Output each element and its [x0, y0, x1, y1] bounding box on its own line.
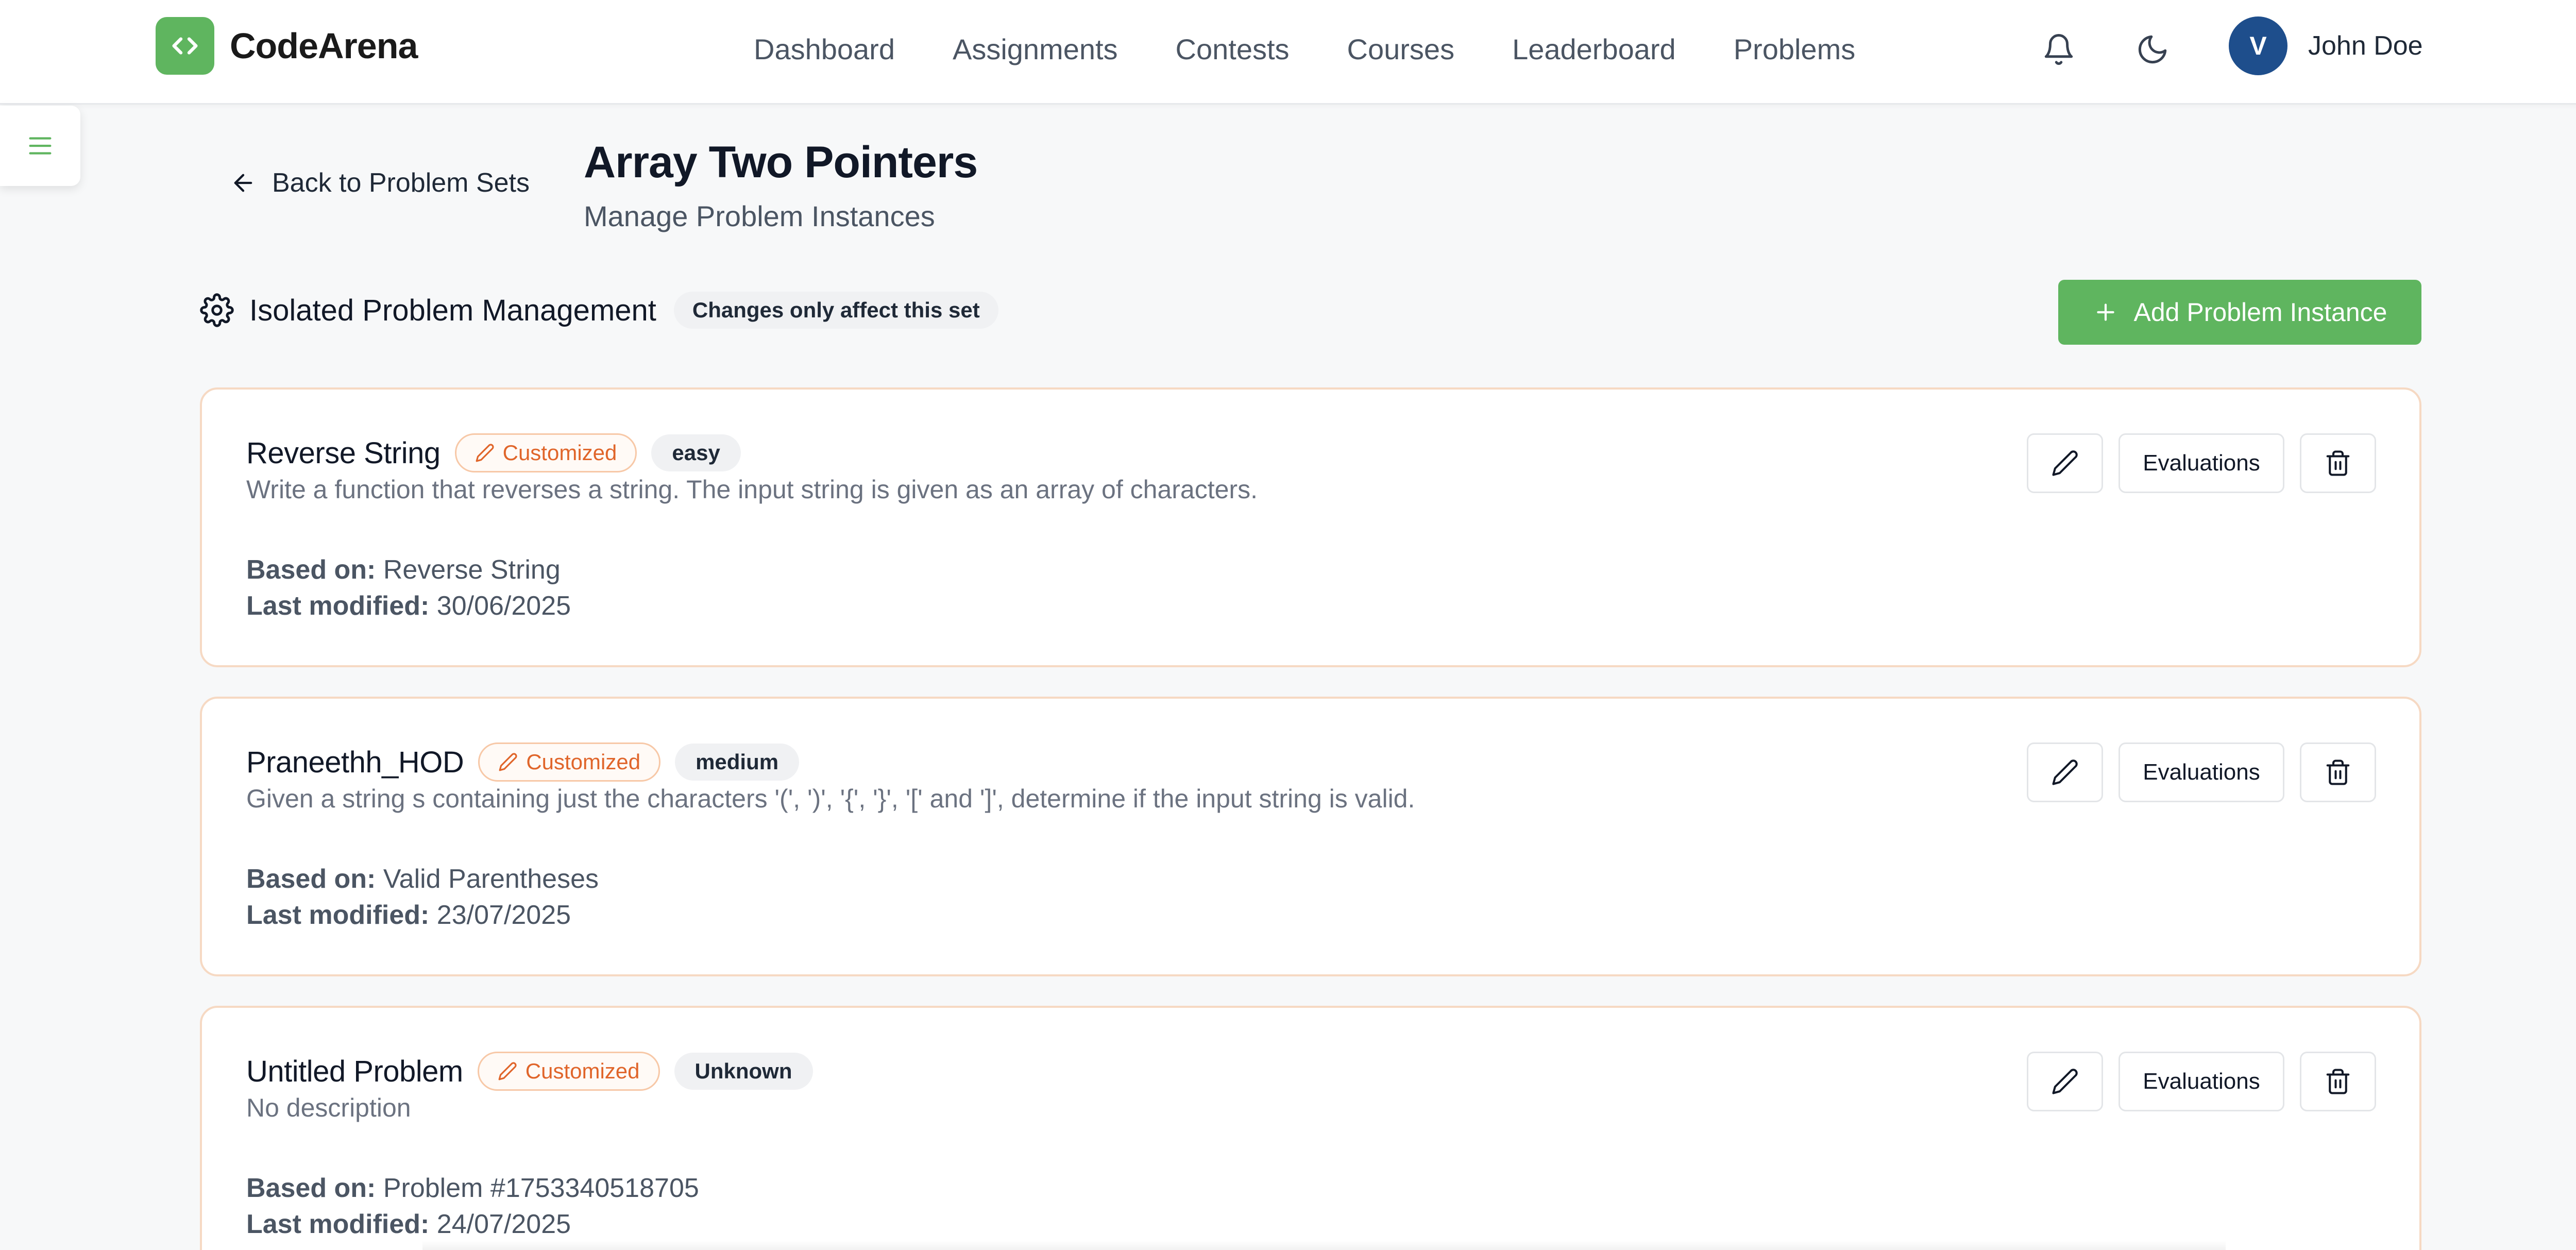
customized-label: Customized — [526, 750, 641, 774]
difficulty-badge: easy — [651, 434, 741, 471]
evaluations-button[interactable]: Evaluations — [2119, 433, 2284, 493]
based-on-label: Based on: — [246, 864, 376, 894]
nav-item-problems[interactable]: Problems — [1734, 32, 1856, 66]
problem-card: Untitled Problem Customized Unknown No d… — [200, 1006, 2421, 1250]
based-on-label: Based on: — [246, 1173, 376, 1203]
last-modified-value: 24/07/2025 — [436, 1209, 571, 1239]
last-modified-label: Last modified: — [246, 900, 430, 930]
based-on: Based on: Problem #1753340518705 — [246, 1173, 699, 1204]
customized-badge: Customized — [454, 433, 637, 472]
pencil-icon — [2052, 759, 2078, 785]
bell-icon — [2044, 34, 2073, 65]
delete-button[interactable] — [2300, 742, 2376, 802]
scroll-shadow — [422, 1241, 2226, 1250]
pencil-icon — [498, 1062, 517, 1080]
customized-badge: Customized — [478, 742, 661, 782]
pencil-icon — [2052, 450, 2078, 476]
last-modified: Last modified: 30/06/2025 — [246, 590, 571, 621]
last-modified-label: Last modified: — [246, 591, 430, 621]
edit-button[interactable] — [2027, 1052, 2103, 1111]
nav-item-assignments[interactable]: Assignments — [953, 32, 1118, 66]
problem-description: Given a string s containing just the cha… — [246, 784, 1415, 813]
page-subtitle: Manage Problem Instances — [584, 200, 935, 232]
problem-card: Praneethh_HOD Customized medium Given a … — [200, 697, 2421, 976]
problem-title: Praneethh_HOD — [246, 745, 464, 779]
based-on-value: Valid Parentheses — [383, 864, 599, 894]
delete-button[interactable] — [2300, 1052, 2376, 1111]
page-title: Array Two Pointers — [584, 138, 978, 187]
nav-item-leaderboard[interactable]: Leaderboard — [1512, 32, 1676, 66]
last-modified: Last modified: 24/07/2025 — [246, 1209, 571, 1240]
based-on: Based on: Reverse String — [246, 554, 561, 585]
menu-icon — [29, 137, 52, 155]
edit-button[interactable] — [2027, 742, 2103, 802]
difficulty-badge: Unknown — [674, 1053, 813, 1090]
pencil-icon — [499, 753, 517, 771]
main-nav: Dashboard Assignments Contests Courses L… — [754, 0, 1855, 98]
brand-name: CodeArena — [230, 26, 418, 66]
problem-description: Write a function that reverses a string.… — [246, 475, 1258, 504]
theme-toggle-button[interactable] — [2133, 30, 2172, 69]
add-problem-instance-label: Add Problem Instance — [2133, 298, 2387, 327]
user-menu[interactable]: V John Doe — [2229, 16, 2423, 75]
pencil-icon — [2052, 1069, 2078, 1094]
nav-item-courses[interactable]: Courses — [1347, 32, 1455, 66]
brand[interactable]: CodeArena — [156, 17, 418, 75]
difficulty-badge: medium — [675, 744, 800, 781]
problem-card: Reverse String Customized easy Write a f… — [200, 387, 2421, 667]
trash-icon — [2326, 450, 2350, 476]
customized-badge: Customized — [477, 1052, 660, 1091]
edit-button[interactable] — [2027, 433, 2103, 493]
trash-icon — [2326, 759, 2350, 785]
management-label: Isolated Problem Management — [249, 293, 656, 327]
trash-icon — [2326, 1069, 2350, 1094]
top-navbar: CodeArena Dashboard Assignments Contests… — [0, 0, 2576, 105]
notifications-button[interactable] — [2039, 30, 2078, 69]
last-modified-value: 30/06/2025 — [436, 591, 571, 621]
evaluations-button[interactable]: Evaluations — [2119, 742, 2284, 802]
based-on-value: Problem #1753340518705 — [383, 1173, 699, 1203]
arrow-left-icon — [234, 174, 252, 192]
based-on-value: Reverse String — [383, 555, 561, 585]
avatar: V — [2229, 16, 2287, 75]
nav-item-dashboard[interactable]: Dashboard — [754, 32, 895, 66]
isolated-management-header: Isolated Problem Management Changes only… — [200, 292, 998, 329]
scope-badge: Changes only affect this set — [673, 292, 998, 329]
back-label: Back to Problem Sets — [272, 168, 530, 198]
based-on-label: Based on: — [246, 555, 376, 585]
based-on: Based on: Valid Parentheses — [246, 864, 599, 894]
evaluations-button[interactable]: Evaluations — [2119, 1052, 2284, 1111]
nav-item-contests[interactable]: Contests — [1176, 32, 1290, 66]
user-name: John Doe — [2308, 31, 2423, 61]
customized-label: Customized — [525, 1059, 640, 1083]
back-button[interactable]: Back to Problem Sets — [230, 167, 530, 198]
customized-label: Customized — [502, 441, 617, 465]
code-brackets-icon — [156, 17, 214, 75]
last-modified-value: 23/07/2025 — [436, 900, 571, 930]
gear-icon — [200, 293, 234, 327]
add-problem-instance-button[interactable]: Add Problem Instance — [2058, 280, 2421, 345]
last-modified-label: Last modified: — [246, 1209, 430, 1239]
last-modified: Last modified: 23/07/2025 — [246, 900, 571, 931]
pencil-icon — [476, 444, 494, 462]
problem-description: No description — [246, 1093, 411, 1122]
problem-title: Untitled Problem — [246, 1054, 463, 1088]
moon-icon — [2138, 35, 2167, 64]
plus-icon — [2096, 303, 2114, 321]
problem-title: Reverse String — [246, 436, 440, 470]
delete-button[interactable] — [2300, 433, 2376, 493]
sidebar-toggle-button[interactable] — [0, 106, 80, 186]
